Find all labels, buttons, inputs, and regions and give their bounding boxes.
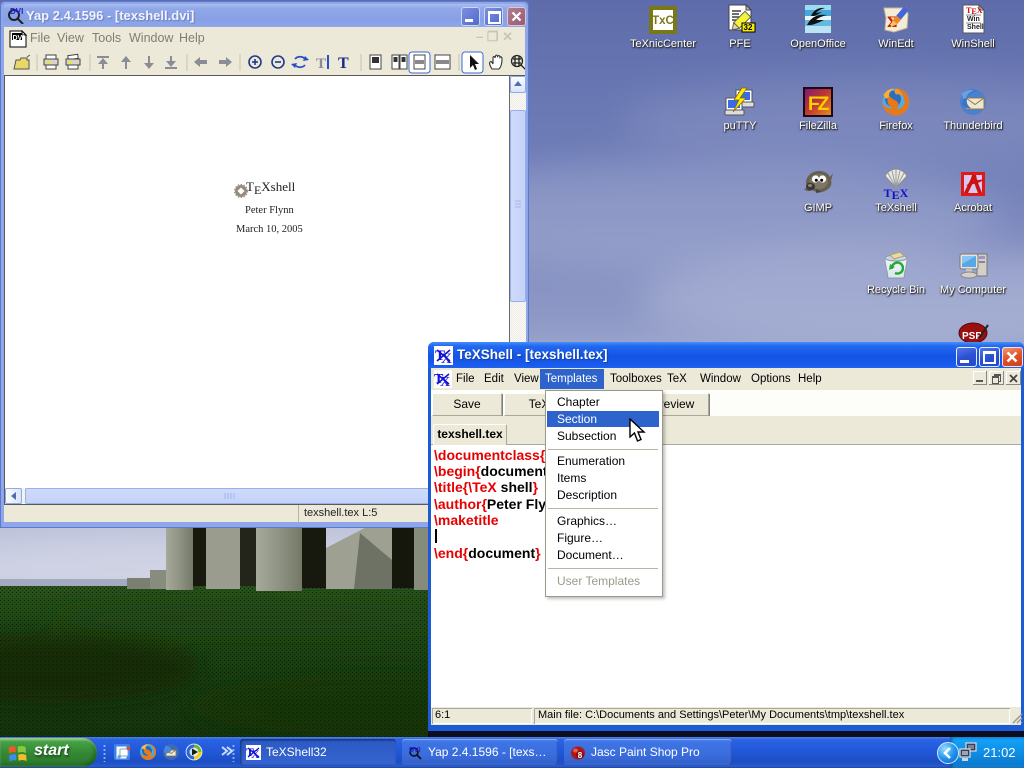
svg-text:Win: Win <box>967 16 980 23</box>
svg-text:DVI: DVI <box>13 35 25 42</box>
svg-text:32: 32 <box>744 23 753 32</box>
svg-text:TEX: TEX <box>884 186 909 200</box>
svg-text:DVI: DVI <box>409 747 421 754</box>
svg-text:TxC: TxC <box>652 15 674 27</box>
svg-text:DVI: DVI <box>10 7 23 16</box>
svg-text:FZ: FZ <box>808 94 830 115</box>
svg-text:T: T <box>338 55 349 72</box>
svg-text:8: 8 <box>578 751 583 760</box>
svg-text:T: T <box>316 56 326 72</box>
svg-text:Shell: Shell <box>967 24 984 31</box>
